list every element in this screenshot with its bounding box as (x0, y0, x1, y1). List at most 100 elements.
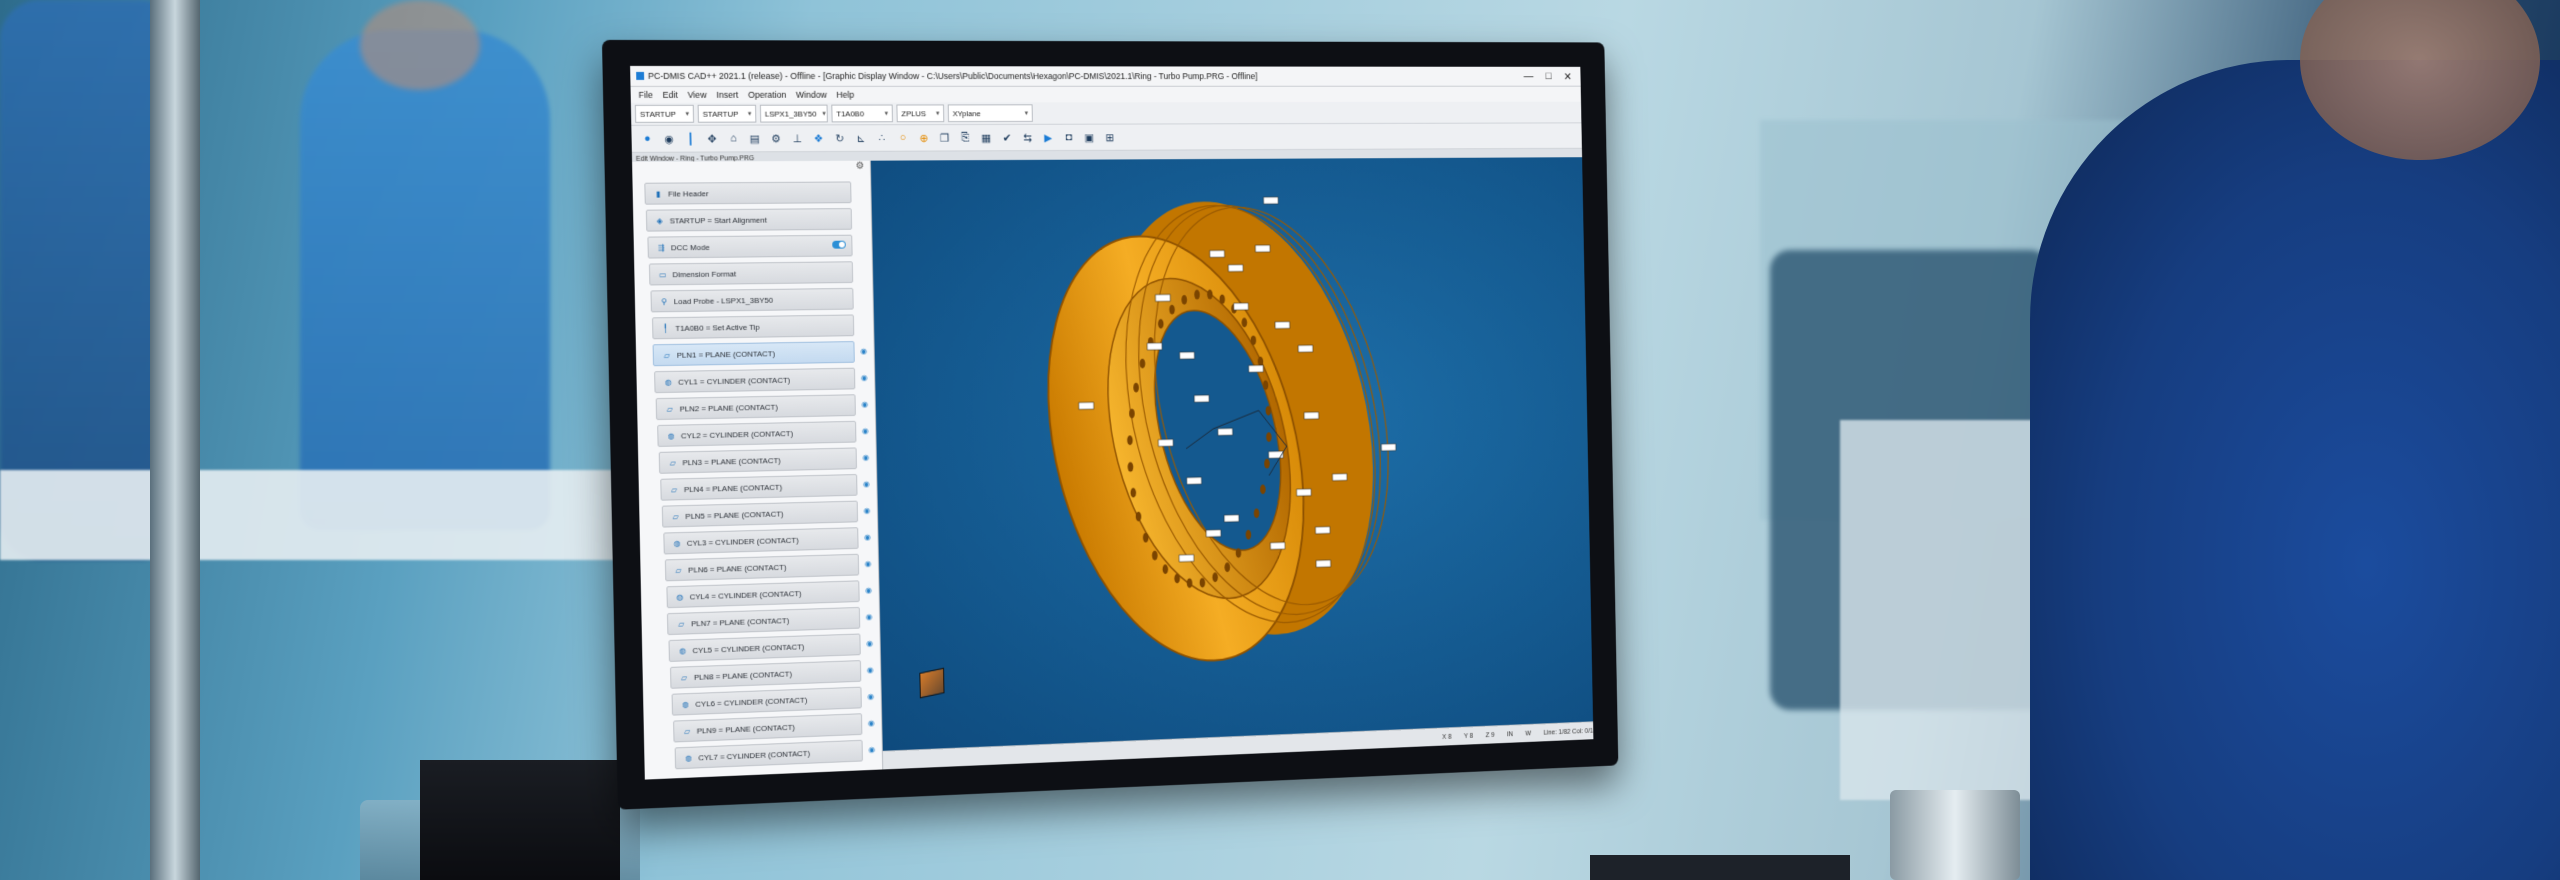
settings-icon[interactable]: ⚙ (768, 130, 784, 146)
command-row[interactable]: ▱ PLN2 = PLANE (CONTACT) ◉ (655, 394, 868, 421)
menu-operation[interactable]: Operation (748, 90, 786, 100)
feature-label-tag[interactable] (1194, 395, 1209, 402)
circle-icon[interactable]: ○ (895, 130, 911, 146)
startup-dropdown[interactable]: STARTUP ▾ (697, 104, 757, 123)
minimize-button[interactable]: — (1523, 70, 1533, 82)
feature-label-tag[interactable] (1210, 250, 1225, 257)
view-cube-icon[interactable] (919, 667, 945, 699)
measure-icon[interactable]: ⊥ (789, 130, 805, 146)
visibility-eye-icon[interactable]: ◉ (864, 506, 871, 515)
command-row[interactable]: ⇶ DCC Mode (647, 234, 853, 259)
feature-label-tag[interactable] (1158, 439, 1173, 446)
view-direction-dropdown[interactable]: ZPLUS ▾ (896, 104, 945, 123)
menu-insert[interactable]: Insert (716, 90, 738, 100)
command-row[interactable]: ◍ CYL1 = CYLINDER (CONTACT) ◉ (654, 367, 868, 394)
feature-label-tag[interactable] (1234, 303, 1249, 310)
graphics-mode-icon[interactable]: ❖ (811, 130, 827, 146)
command-row[interactable]: ▱ PLN8 = PLANE (CONTACT) ◉ (670, 660, 874, 689)
command-row[interactable]: ◍ CYL6 = CYLINDER (CONTACT) ◉ (671, 686, 874, 716)
feature-label-tag[interactable] (1079, 402, 1094, 409)
command-row[interactable]: ▮ File Header (644, 181, 852, 205)
menu-view[interactable]: View (688, 90, 707, 100)
feature-label-tag[interactable] (1228, 265, 1243, 272)
paste-icon[interactable]: ⎘ (958, 130, 973, 146)
command-row[interactable]: ▱ PLN9 = PLANE (CONTACT) ◉ (673, 713, 875, 743)
report-icon[interactable]: ▣ (1082, 129, 1097, 145)
table-icon[interactable]: ▦ (978, 130, 993, 146)
visibility-eye-icon[interactable]: ◉ (863, 480, 870, 489)
probe-dropdown[interactable]: LSPX1_3BY50 ▾ (759, 104, 828, 123)
menu-edit[interactable]: Edit (663, 90, 678, 100)
feature-label-tag[interactable] (1255, 245, 1270, 252)
command-row[interactable]: ◍ CYL2 = CYLINDER (CONTACT) ◉ (657, 420, 869, 447)
probe-icon[interactable]: ● (639, 131, 655, 147)
command-row[interactable]: ▱ PLN3 = PLANE (CONTACT) ◉ (658, 447, 869, 474)
visibility-eye-icon[interactable]: ◉ (867, 692, 874, 701)
menu-file[interactable]: File (638, 90, 652, 100)
feature-label-tag[interactable] (1147, 343, 1162, 350)
alignment-icon[interactable]: ⇆ (1020, 130, 1035, 146)
feature-label-tag[interactable] (1297, 489, 1312, 496)
check-icon[interactable]: ✔ (999, 130, 1014, 146)
feature-label-tag[interactable] (1315, 527, 1330, 534)
feature-label-tag[interactable] (1224, 515, 1239, 522)
feature-label-tag[interactable] (1179, 555, 1194, 562)
command-row[interactable]: ▱ PLN6 = PLANE (CONTACT) ◉ (664, 553, 871, 582)
tip-dropdown[interactable]: T1A0B0 ▾ (831, 104, 893, 123)
visibility-eye-icon[interactable]: ◉ (866, 612, 873, 621)
maximize-button[interactable]: □ (1545, 70, 1551, 82)
feature-label-tag[interactable] (1155, 294, 1170, 301)
grid-icon[interactable]: ⊞ (1102, 129, 1117, 145)
command-row[interactable]: ⚲ Load Probe - LSPX1_3BY50 (650, 287, 854, 313)
visibility-eye-icon[interactable]: ◉ (867, 666, 874, 675)
command-row[interactable]: ◈ STARTUP = Start Alignment (645, 208, 853, 232)
menu-help[interactable]: Help (836, 90, 854, 100)
feature-label-tag[interactable] (1180, 352, 1195, 359)
feature-label-tag[interactable] (1269, 451, 1284, 458)
command-row[interactable]: ◍ CYL7 = CYLINDER (CONTACT) ◉ (674, 739, 875, 770)
camera-icon[interactable]: ◘ (1061, 130, 1076, 146)
feature-label-tag[interactable] (1275, 322, 1290, 329)
rotate-icon[interactable]: ↻ (832, 130, 848, 146)
graphic-display-window[interactable] (870, 157, 1594, 751)
feature-label-tag[interactable] (1304, 412, 1319, 419)
visibility-eye-icon[interactable]: ◉ (864, 533, 871, 542)
feature-label-tag[interactable] (1249, 365, 1264, 372)
camera-view-icon[interactable]: ◉ (661, 131, 677, 147)
feature-label-tag[interactable] (1263, 197, 1278, 204)
command-row[interactable]: ◍ CYL4 = CYLINDER (CONTACT) ◉ (665, 580, 872, 609)
visibility-eye-icon[interactable]: ◉ (862, 426, 869, 435)
feature-label-tag[interactable] (1270, 542, 1285, 549)
feature-label-tag[interactable] (1206, 530, 1221, 537)
command-row[interactable]: ◍ CYL5 = CYLINDER (CONTACT) ◉ (668, 633, 873, 662)
command-row[interactable]: ╿ T1A0B0 = Set Active Tip (651, 314, 855, 340)
axes-icon[interactable]: ⊾ (853, 130, 869, 146)
panel-settings-icon[interactable]: ⚙ (856, 161, 865, 177)
alignment-dropdown[interactable]: STARTUP ▾ (634, 104, 695, 123)
feature-label-tag[interactable] (1187, 477, 1202, 484)
play-icon[interactable]: ▶ (1041, 130, 1056, 146)
feature-label-tag[interactable] (1316, 560, 1331, 567)
feature-label-tag[interactable] (1381, 444, 1395, 451)
menu-window[interactable]: Window (796, 90, 827, 100)
visibility-eye-icon[interactable]: ◉ (861, 373, 868, 382)
point-icon[interactable]: ∴ (874, 130, 890, 146)
command-row[interactable]: ▱ PLN5 = PLANE (CONTACT) ◉ (661, 500, 870, 528)
visibility-eye-icon[interactable]: ◉ (868, 745, 875, 754)
cursor-icon[interactable]: ┃ (682, 131, 698, 147)
work-plane-dropdown[interactable]: XYplane ▾ (947, 104, 1033, 123)
command-row[interactable]: ◍ CYL3 = CYLINDER (CONTACT) ◉ (663, 527, 871, 555)
feature-label-tag[interactable] (1298, 345, 1313, 352)
close-button[interactable]: ✕ (1564, 70, 1572, 82)
command-row[interactable]: ▱ PLN4 = PLANE (CONTACT) ◉ (660, 474, 870, 501)
feature-label-tag[interactable] (1218, 428, 1233, 435)
command-row[interactable]: ▱ PLN1 = PLANE (CONTACT) ◉ (652, 341, 867, 367)
visibility-eye-icon[interactable]: ◉ (865, 559, 872, 568)
visibility-eye-icon[interactable]: ◉ (865, 586, 872, 595)
feature-label-tag[interactable] (1332, 474, 1347, 481)
probe-tip-icon[interactable]: ⌂ (725, 131, 741, 147)
visibility-eye-icon[interactable]: ◉ (862, 453, 869, 462)
comment-icon[interactable]: ▤ (747, 130, 763, 146)
command-row[interactable]: ▭ Dimension Format (648, 261, 854, 286)
visibility-eye-icon[interactable]: ◉ (860, 347, 867, 356)
